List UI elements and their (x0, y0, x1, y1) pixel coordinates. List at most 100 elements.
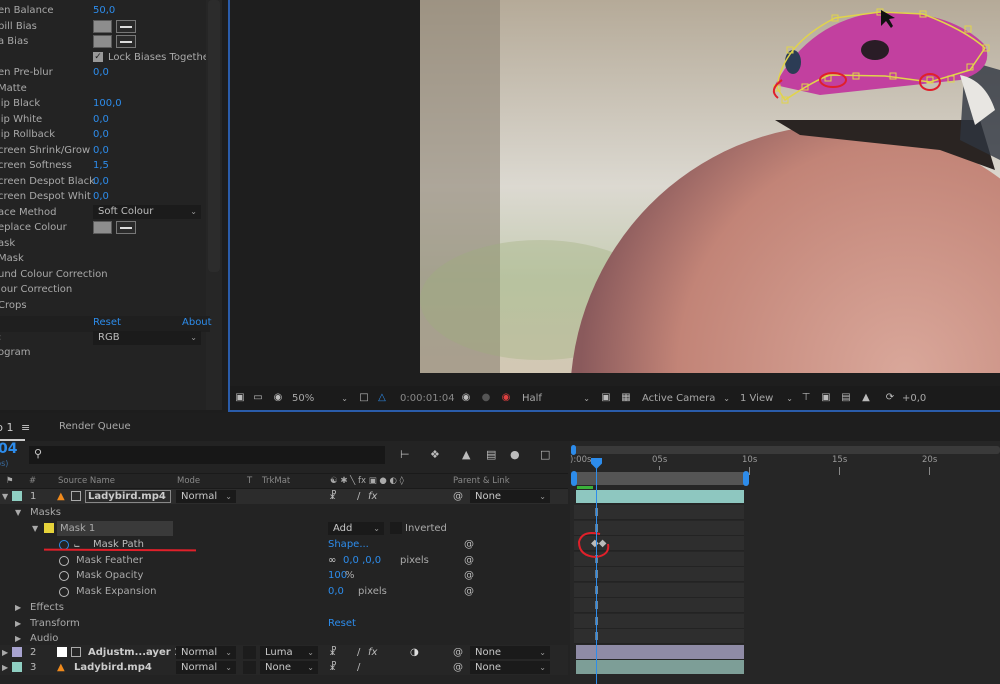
shy-switch-icon[interactable]: ☧ (329, 645, 337, 660)
tab-composition[interactable]: p 1 ≡ (0, 421, 30, 434)
view-layout-dropdown[interactable]: 1 View ⌄ (740, 391, 795, 407)
expand-down-icon[interactable]: ▼ (15, 505, 21, 520)
expression-pickwhip-icon[interactable]: @ (464, 537, 474, 552)
frame-blending-icon[interactable]: ▤ (486, 448, 496, 461)
resolution-dropdown[interactable]: Half ⌄ (522, 391, 592, 407)
mask-mode-dropdown[interactable]: Add ⌄ (328, 522, 384, 535)
layer-3-duration-bar[interactable] (576, 660, 744, 674)
timeline-icon[interactable]: ▤ (840, 392, 852, 403)
stopwatch-icon[interactable] (59, 586, 69, 597)
label-color-swatch[interactable] (12, 662, 22, 672)
always-preview-icon[interactable]: ▣ (234, 392, 246, 403)
column-number[interactable]: # (29, 474, 36, 488)
stopwatch-icon[interactable] (59, 571, 69, 581)
show-snapshot-icon[interactable]: ● (480, 392, 492, 403)
draft-3d-icon[interactable]: ❖ (430, 448, 440, 461)
column-trkmat[interactable]: TrkMat (262, 474, 290, 488)
layer-mode-dropdown[interactable]: Normal ⌄ (176, 646, 236, 659)
eyedropper-icon[interactable] (116, 35, 136, 48)
parent-dropdown[interactable]: None ⌄ (470, 490, 550, 503)
parent-dropdown[interactable]: None ⌄ (470, 661, 550, 674)
expand-down-icon[interactable]: ▼ (32, 521, 38, 536)
parent-dropdown[interactable]: None ⌄ (470, 646, 550, 659)
graph-editor-icon[interactable]: □ (540, 448, 550, 461)
about-link[interactable]: About (182, 317, 212, 328)
layer-name[interactable]: Adjustm...ayer 1 (88, 645, 181, 660)
label-color-swatch[interactable] (12, 647, 22, 657)
mask-visibility-icon[interactable]: △ (376, 392, 388, 403)
color-channels-icon[interactable]: ◉ (500, 392, 512, 403)
mask-property-value[interactable]: 0,0 ,0,0 (343, 553, 381, 568)
pickwhip-icon[interactable]: @ (453, 645, 463, 660)
pickwhip-icon[interactable]: @ (453, 660, 463, 675)
preserve-transparency-toggle[interactable] (243, 646, 256, 659)
fx-property-value[interactable]: 0,0 (93, 143, 109, 158)
fast-preview-icon[interactable]: ▣ (820, 392, 832, 403)
fx-property-value[interactable]: 100,0 (93, 96, 122, 111)
fx-property-value[interactable]: 0,0 (93, 189, 109, 204)
quality-switch-icon[interactable]: / (357, 645, 360, 660)
column-t[interactable]: T (247, 474, 252, 488)
shy-layers-icon[interactable]: ▲ (462, 448, 470, 461)
expand-right-icon[interactable]: ▶ (15, 616, 21, 631)
mask-1-row[interactable]: ▼ Mask 1 Add ⌄ Inverted (0, 521, 568, 536)
shy-switch-icon[interactable]: ☧ (329, 489, 337, 504)
vr-goggles-icon[interactable]: ◉ (272, 392, 284, 403)
tab-render-queue[interactable]: Render Queue (59, 421, 131, 432)
layer-name[interactable]: Ladybird.mp4 (74, 660, 152, 675)
trkmat-dropdown[interactable]: None ⌄ (260, 661, 318, 674)
column-parent-link[interactable]: Parent & Link (453, 474, 510, 488)
layer-search-input[interactable]: ⚲ (29, 446, 385, 464)
work-area-end-handle[interactable] (743, 471, 749, 486)
work-area-start-handle[interactable] (571, 471, 577, 486)
region-of-interest-icon[interactable]: □ (358, 392, 370, 403)
preserve-transparency-toggle[interactable] (243, 661, 256, 674)
camera-dropdown[interactable]: Active Camera ⌄ (642, 391, 732, 407)
column-source-name[interactable]: Source Name (58, 474, 115, 488)
fx-property-value[interactable]: 0,0 (93, 127, 109, 142)
exposure-value[interactable]: +0,0 (902, 391, 926, 407)
fx-property-value[interactable]: 0,0 (93, 174, 109, 189)
mask-property-row[interactable]: Mask Opacity 100% @ (0, 568, 568, 583)
stopwatch-icon[interactable] (59, 555, 69, 566)
shy-switch-icon[interactable]: ☧ (329, 660, 337, 675)
eyedropper-icon[interactable] (116, 221, 136, 234)
channel-dropdown[interactable]: RGB ⌄ (93, 331, 201, 345)
current-time-indicator-line[interactable] (596, 458, 597, 684)
time-ruler[interactable]: ):00s 05s 10s 15s 20s (570, 455, 1000, 475)
navigator-start-handle[interactable] (571, 445, 576, 455)
label-tag-icon[interactable]: ⚑ (6, 474, 14, 488)
flowchart-icon[interactable]: ▲ (860, 392, 872, 403)
label-color-swatch[interactable] (12, 491, 22, 501)
expand-down-icon[interactable]: ▼ (2, 489, 8, 504)
layer-mode-dropdown[interactable]: Normal ⌄ (176, 661, 236, 674)
fast-previews-icon[interactable]: ▣ (600, 392, 612, 403)
transparency-grid-icon[interactable]: ▦ (620, 392, 632, 403)
time-navigator[interactable] (572, 446, 1000, 454)
layer-row[interactable]: ▶ 3 ▲ Ladybird.mp4 Normal ⌄ None ⌄ ☧ / @ None ⌄ (0, 660, 568, 675)
reset-exposure-icon[interactable]: ⟳ (884, 392, 896, 403)
fx-property-value[interactable]: 1,5 (93, 158, 109, 173)
color-swatch[interactable] (93, 19, 112, 33)
expand-right-icon[interactable]: ▶ (15, 631, 21, 646)
toggle-pixel-aspect-icon[interactable]: ⊤ (800, 392, 812, 403)
zoom-dropdown[interactable]: 50% ⌄ (292, 391, 350, 407)
constrain-link-icon[interactable]: ∞ (328, 553, 336, 568)
effects-switch-icon[interactable]: fx (368, 645, 377, 660)
layer-row[interactable]: ▶ 2 Adjustm...ayer 1 Normal ⌄ Luma ⌄ ☧ / fx ◑ @ None… (0, 645, 568, 660)
reset-link[interactable]: Reset (93, 317, 121, 328)
mask-property-row[interactable]: Mask Feather ∞ 0,0 ,0,0 pixels @ (0, 553, 568, 568)
effects-switch-icon[interactable]: fx (368, 489, 377, 504)
mask-property-row[interactable]: Mask Expansion 0,0 pixels @ (0, 584, 568, 599)
video-frame[interactable] (420, 0, 1000, 373)
fx-property-value[interactable]: 0,0 (93, 112, 109, 127)
layer-name[interactable]: Ladybird.mp4 (85, 490, 171, 503)
quality-switch-icon[interactable]: / (357, 660, 360, 675)
masks-group-row[interactable]: ▼ Masks (0, 505, 568, 520)
expression-pickwhip-icon[interactable]: @ (464, 584, 474, 599)
layer-1-duration-bar[interactable] (576, 490, 744, 503)
layer-2-duration-bar[interactable] (576, 645, 744, 659)
mask-property-value[interactable]: Shape... (328, 537, 369, 552)
replace-method-dropdown[interactable]: Soft Colour ⌄ (93, 204, 201, 219)
adjustment-switch-icon[interactable]: ◑ (410, 645, 419, 660)
